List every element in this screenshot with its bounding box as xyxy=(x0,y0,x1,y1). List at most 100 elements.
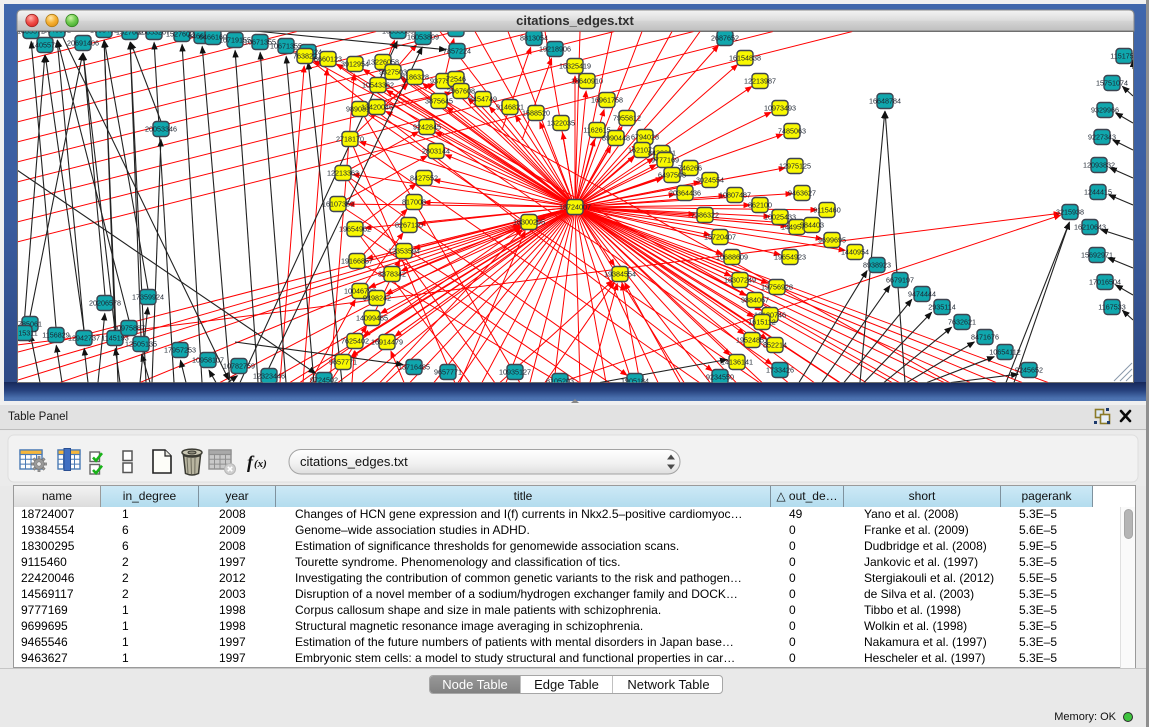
svg-text:citations_edges.txt: citations_edges.txt xyxy=(300,454,408,469)
svg-text:15720407: 15720407 xyxy=(704,233,736,242)
svg-text:862100: 862100 xyxy=(748,201,772,210)
svg-text:16107359: 16107359 xyxy=(322,200,354,209)
svg-text:9777169: 9777169 xyxy=(651,156,679,165)
svg-text:3875645: 3875645 xyxy=(425,97,453,106)
svg-text:2803144: 2803144 xyxy=(422,147,450,156)
svg-text:19218906: 19218906 xyxy=(539,45,571,54)
svg-text:1156829: 1156829 xyxy=(42,331,69,340)
svg-text:8813054: 8813054 xyxy=(520,34,548,43)
svg-text:12942737: 12942737 xyxy=(68,334,100,343)
svg-text:18300295: 18300295 xyxy=(513,218,545,227)
svg-text:1322035: 1322035 xyxy=(547,119,575,128)
svg-text:72546: 72546 xyxy=(446,75,466,84)
svg-text:2718170: 2718170 xyxy=(336,135,364,144)
svg-text:1244415: 1244415 xyxy=(1084,188,1112,197)
svg-text:12505135: 12505135 xyxy=(125,340,157,349)
svg-text:18724007: 18724007 xyxy=(559,203,591,212)
svg-text:9329966: 9329966 xyxy=(1091,106,1119,115)
svg-text:8471676: 8471676 xyxy=(971,333,999,342)
svg-text:15751074: 15751074 xyxy=(1096,79,1128,88)
svg-text:852214: 852214 xyxy=(763,341,787,350)
svg-text:2935114: 2935114 xyxy=(928,303,955,312)
svg-text:984403: 984403 xyxy=(800,221,824,230)
svg-text:8660123: 8660123 xyxy=(314,55,342,64)
svg-text:20691406: 20691406 xyxy=(67,39,99,48)
svg-text:16961758: 16961758 xyxy=(591,96,623,105)
svg-text:6794028: 6794028 xyxy=(631,133,659,142)
svg-text:12975125: 12975125 xyxy=(779,162,811,171)
svg-text:8427552: 8427552 xyxy=(410,174,438,183)
svg-text:15692971: 15692971 xyxy=(1081,251,1113,260)
svg-text:1405572: 1405572 xyxy=(31,41,59,50)
svg-text:14136141: 14136141 xyxy=(721,358,753,367)
svg-text:17957253: 17957253 xyxy=(164,346,196,355)
svg-text:19384554: 19384554 xyxy=(604,270,636,279)
svg-text:16325419: 16325419 xyxy=(559,62,591,71)
svg-text:12213987: 12213987 xyxy=(744,77,776,86)
svg-text:10543362: 10543362 xyxy=(362,81,394,90)
svg-text:9657771: 9657771 xyxy=(329,358,357,367)
svg-text:817008: 817008 xyxy=(402,198,426,207)
svg-text:90975887: 90975887 xyxy=(113,324,145,333)
svg-text:9115460: 9115460 xyxy=(813,206,840,215)
svg-text:10935127: 10935127 xyxy=(499,368,531,377)
svg-text:8186328: 8186328 xyxy=(401,73,429,82)
svg-text:citations_edges.txt: citations_edges.txt xyxy=(516,13,634,28)
svg-text:16053809: 16053809 xyxy=(407,33,439,42)
svg-text:2687652: 2687652 xyxy=(711,34,739,43)
svg-text:9657771: 9657771 xyxy=(434,368,462,377)
svg-text:12323446: 12323446 xyxy=(253,372,285,381)
svg-text:6497508: 6497508 xyxy=(658,171,686,180)
svg-text:8990448: 8990448 xyxy=(602,134,630,143)
svg-text:9884067: 9884067 xyxy=(741,296,769,305)
svg-text:9242845: 9242845 xyxy=(413,123,441,132)
svg-text:9498242: 9498242 xyxy=(363,294,391,303)
svg-text:19654923: 19654923 xyxy=(774,253,806,262)
svg-text:12213363: 12213363 xyxy=(327,169,359,178)
svg-text:9474444: 9474444 xyxy=(908,290,936,299)
svg-text:9146821: 9146821 xyxy=(496,103,524,112)
svg-text:10688609: 10688609 xyxy=(716,253,748,262)
svg-text:3878342: 3878342 xyxy=(378,270,406,279)
svg-text:1167533: 1167533 xyxy=(1098,303,1125,312)
svg-text:20364436: 20364436 xyxy=(669,189,701,198)
svg-text:18307249: 18307249 xyxy=(724,276,756,285)
svg-text:8454749: 8454749 xyxy=(469,95,497,104)
svg-text:7955812: 7955812 xyxy=(613,114,641,123)
svg-text:10958107: 10958107 xyxy=(192,356,224,365)
svg-text:7625402: 7625402 xyxy=(341,337,369,346)
svg-text:16210643: 16210643 xyxy=(1074,223,1106,232)
svg-text:19756928: 19756928 xyxy=(761,283,793,292)
svg-text:10973493: 10973493 xyxy=(764,104,796,113)
svg-text:1440954: 1440954 xyxy=(841,248,869,257)
svg-text:10807487: 10807487 xyxy=(719,191,751,200)
svg-text:16914479: 16914479 xyxy=(371,338,403,347)
svg-text:16648784: 16648784 xyxy=(869,97,901,106)
svg-text:9463627: 9463627 xyxy=(788,189,816,198)
svg-text:19166857: 19166857 xyxy=(341,257,373,266)
svg-text:3215938: 3215938 xyxy=(1056,208,1084,217)
svg-text:17016504: 17016504 xyxy=(1089,278,1121,287)
svg-text:7632621: 7632621 xyxy=(948,318,976,327)
svg-text:7386322: 7386322 xyxy=(691,211,719,220)
svg-text:16154838: 16154838 xyxy=(729,54,761,63)
svg-text:12353594: 12353594 xyxy=(388,247,420,256)
svg-text:1733426: 1733426 xyxy=(766,366,794,375)
svg-text:3912954: 3912954 xyxy=(341,60,369,69)
svg-text:8267130: 8267130 xyxy=(395,221,423,230)
svg-text:18640910: 18640910 xyxy=(571,77,603,86)
svg-text:9245652: 9245652 xyxy=(1015,366,1043,375)
svg-text:(x): (x) xyxy=(254,458,267,470)
svg-text:19654962: 19654962 xyxy=(339,225,371,234)
svg-text:17359924: 17359924 xyxy=(132,293,164,302)
svg-text:9227343: 9227343 xyxy=(1088,133,1116,142)
svg-text:14099485: 14099485 xyxy=(356,314,388,323)
svg-text:7485063: 7485063 xyxy=(778,127,806,136)
svg-text:13420046: 13420046 xyxy=(361,103,393,112)
svg-text:10782759: 10782759 xyxy=(223,362,255,371)
svg-text:3024554: 3024554 xyxy=(696,176,724,185)
svg-text:6679197: 6679197 xyxy=(886,276,914,285)
svg-text:8938923: 8938923 xyxy=(863,261,891,270)
svg-text:10654112: 10654112 xyxy=(989,348,1020,357)
svg-text:1615112: 1615112 xyxy=(748,318,775,327)
